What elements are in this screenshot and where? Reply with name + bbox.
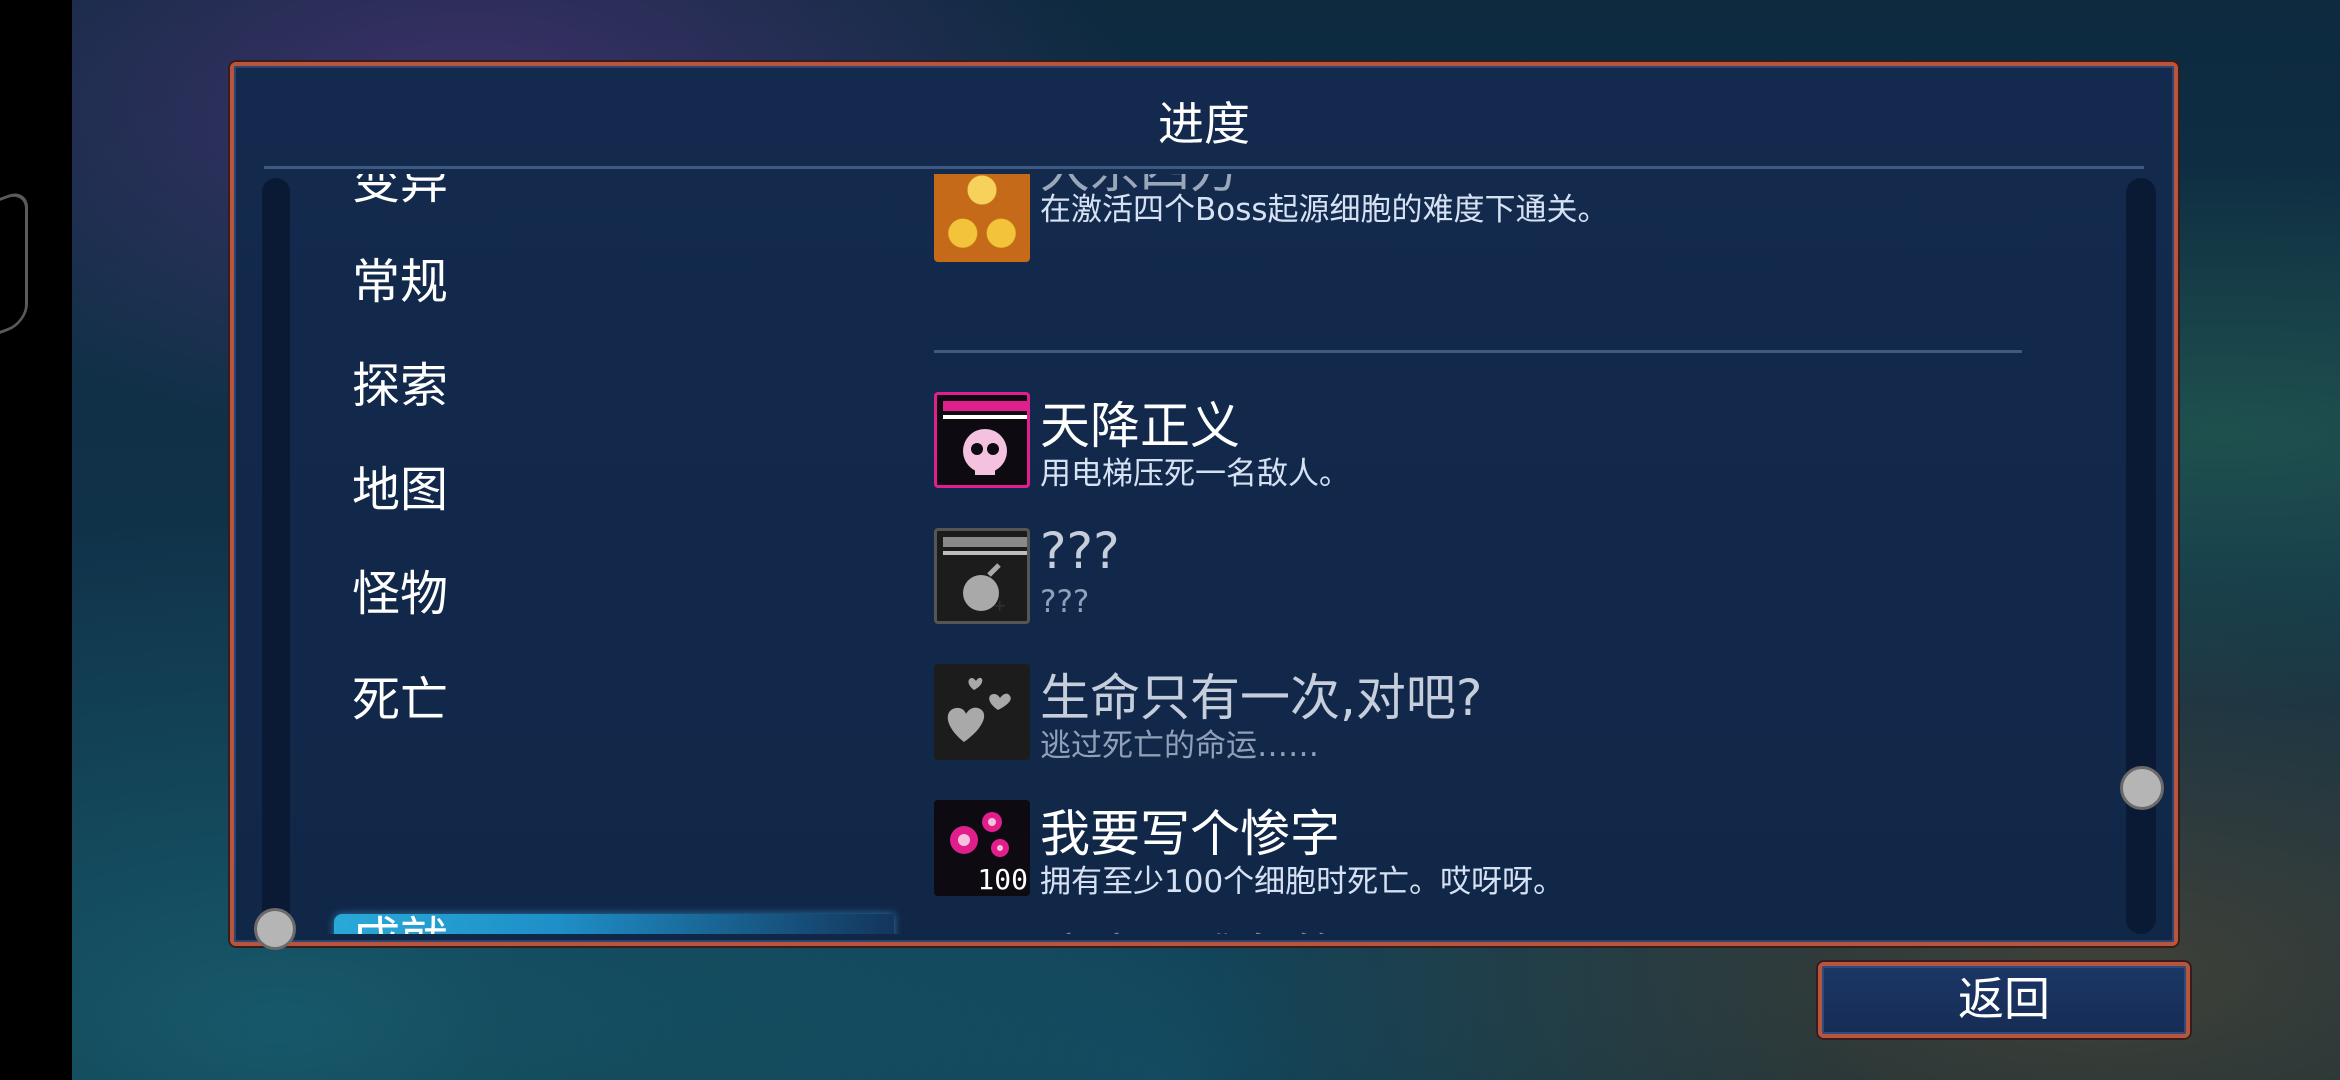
menu-item-exploration[interactable]: 探索 <box>352 356 448 416</box>
hexagon-outline-icon <box>0 187 28 349</box>
achievement-row[interactable]: 天降正义 用电梯压死一名敌人。 <box>934 392 2084 496</box>
list-scrollbar-track[interactable] <box>2126 178 2156 934</box>
menu-item-mutations[interactable]: 变异 <box>352 174 448 212</box>
menu-item-monsters[interactable]: 怪物 <box>352 564 448 624</box>
list-scrollbar-thumb[interactable] <box>2120 766 2164 810</box>
menu-item-deaths[interactable]: 死亡 <box>352 670 448 730</box>
achievement-name: 这也是难免的…… <box>1040 918 1440 934</box>
system-edge-bar <box>0 0 72 1080</box>
achievement-description: ??? <box>1040 584 1090 620</box>
achievement-description: 在激活四个Boss起源细胞的难度下通关。 <box>1040 192 1609 228</box>
achievement-description: 逃过死亡的命运…… <box>1040 728 1319 764</box>
list-divider <box>934 350 2022 353</box>
achievement-row[interactable]: 100 我要写个惨字 拥有至少100个细胞时死亡。哎呀呀。 <box>934 800 2084 904</box>
category-menu: 变异 常规 探索 地图 怪物 死亡 成就 <box>234 174 924 934</box>
achievement-row[interactable]: + ??? ??? <box>934 522 2084 632</box>
game-screen: 进度 变异 常规 探索 地图 怪物 死亡 成就 大杀四方 在激活四个Boss起源… <box>0 0 2340 1080</box>
title-divider <box>264 166 2144 169</box>
hearts-icon <box>934 664 1030 760</box>
panel-title: 进度 <box>1158 97 1250 151</box>
cells-count-label: 100 <box>977 863 1028 896</box>
menu-item-achievements[interactable]: 成就 <box>352 910 448 934</box>
achievement-row[interactable]: 大杀四方 在激活四个Boss起源细胞的难度下通关。 <box>934 174 2084 270</box>
progress-panel: 进度 变异 常规 探索 地图 怪物 死亡 成就 大杀四方 在激活四个Boss起源… <box>230 62 2178 950</box>
achievement-row[interactable]: 生命只有一次,对吧? 逃过死亡的命运…… <box>934 664 2084 768</box>
elevator-bomb-icon: + <box>934 528 1030 624</box>
menu-scrollbar-thumb[interactable] <box>254 908 296 950</box>
gold-gear-icon <box>934 174 1030 262</box>
svg-text:+: + <box>993 596 1006 615</box>
menu-item-general[interactable]: 常规 <box>352 252 448 312</box>
achievement-description: 拥有至少100个细胞时死亡。哎呀呀。 <box>1040 864 1565 900</box>
achievement-name: ??? <box>1040 522 1120 580</box>
achievement-list: 大杀四方 在激活四个Boss起源细胞的难度下通关。 天降正义 用电梯压 <box>924 174 2104 934</box>
menu-item-map[interactable]: 地图 <box>352 460 448 520</box>
elevator-skull-icon <box>934 392 1030 488</box>
achievement-description: 用电梯压死一名敌人。 <box>1040 456 1350 492</box>
cells-100-icon: 100 <box>934 800 1030 896</box>
back-button[interactable]: 返回 <box>1818 962 2190 1038</box>
